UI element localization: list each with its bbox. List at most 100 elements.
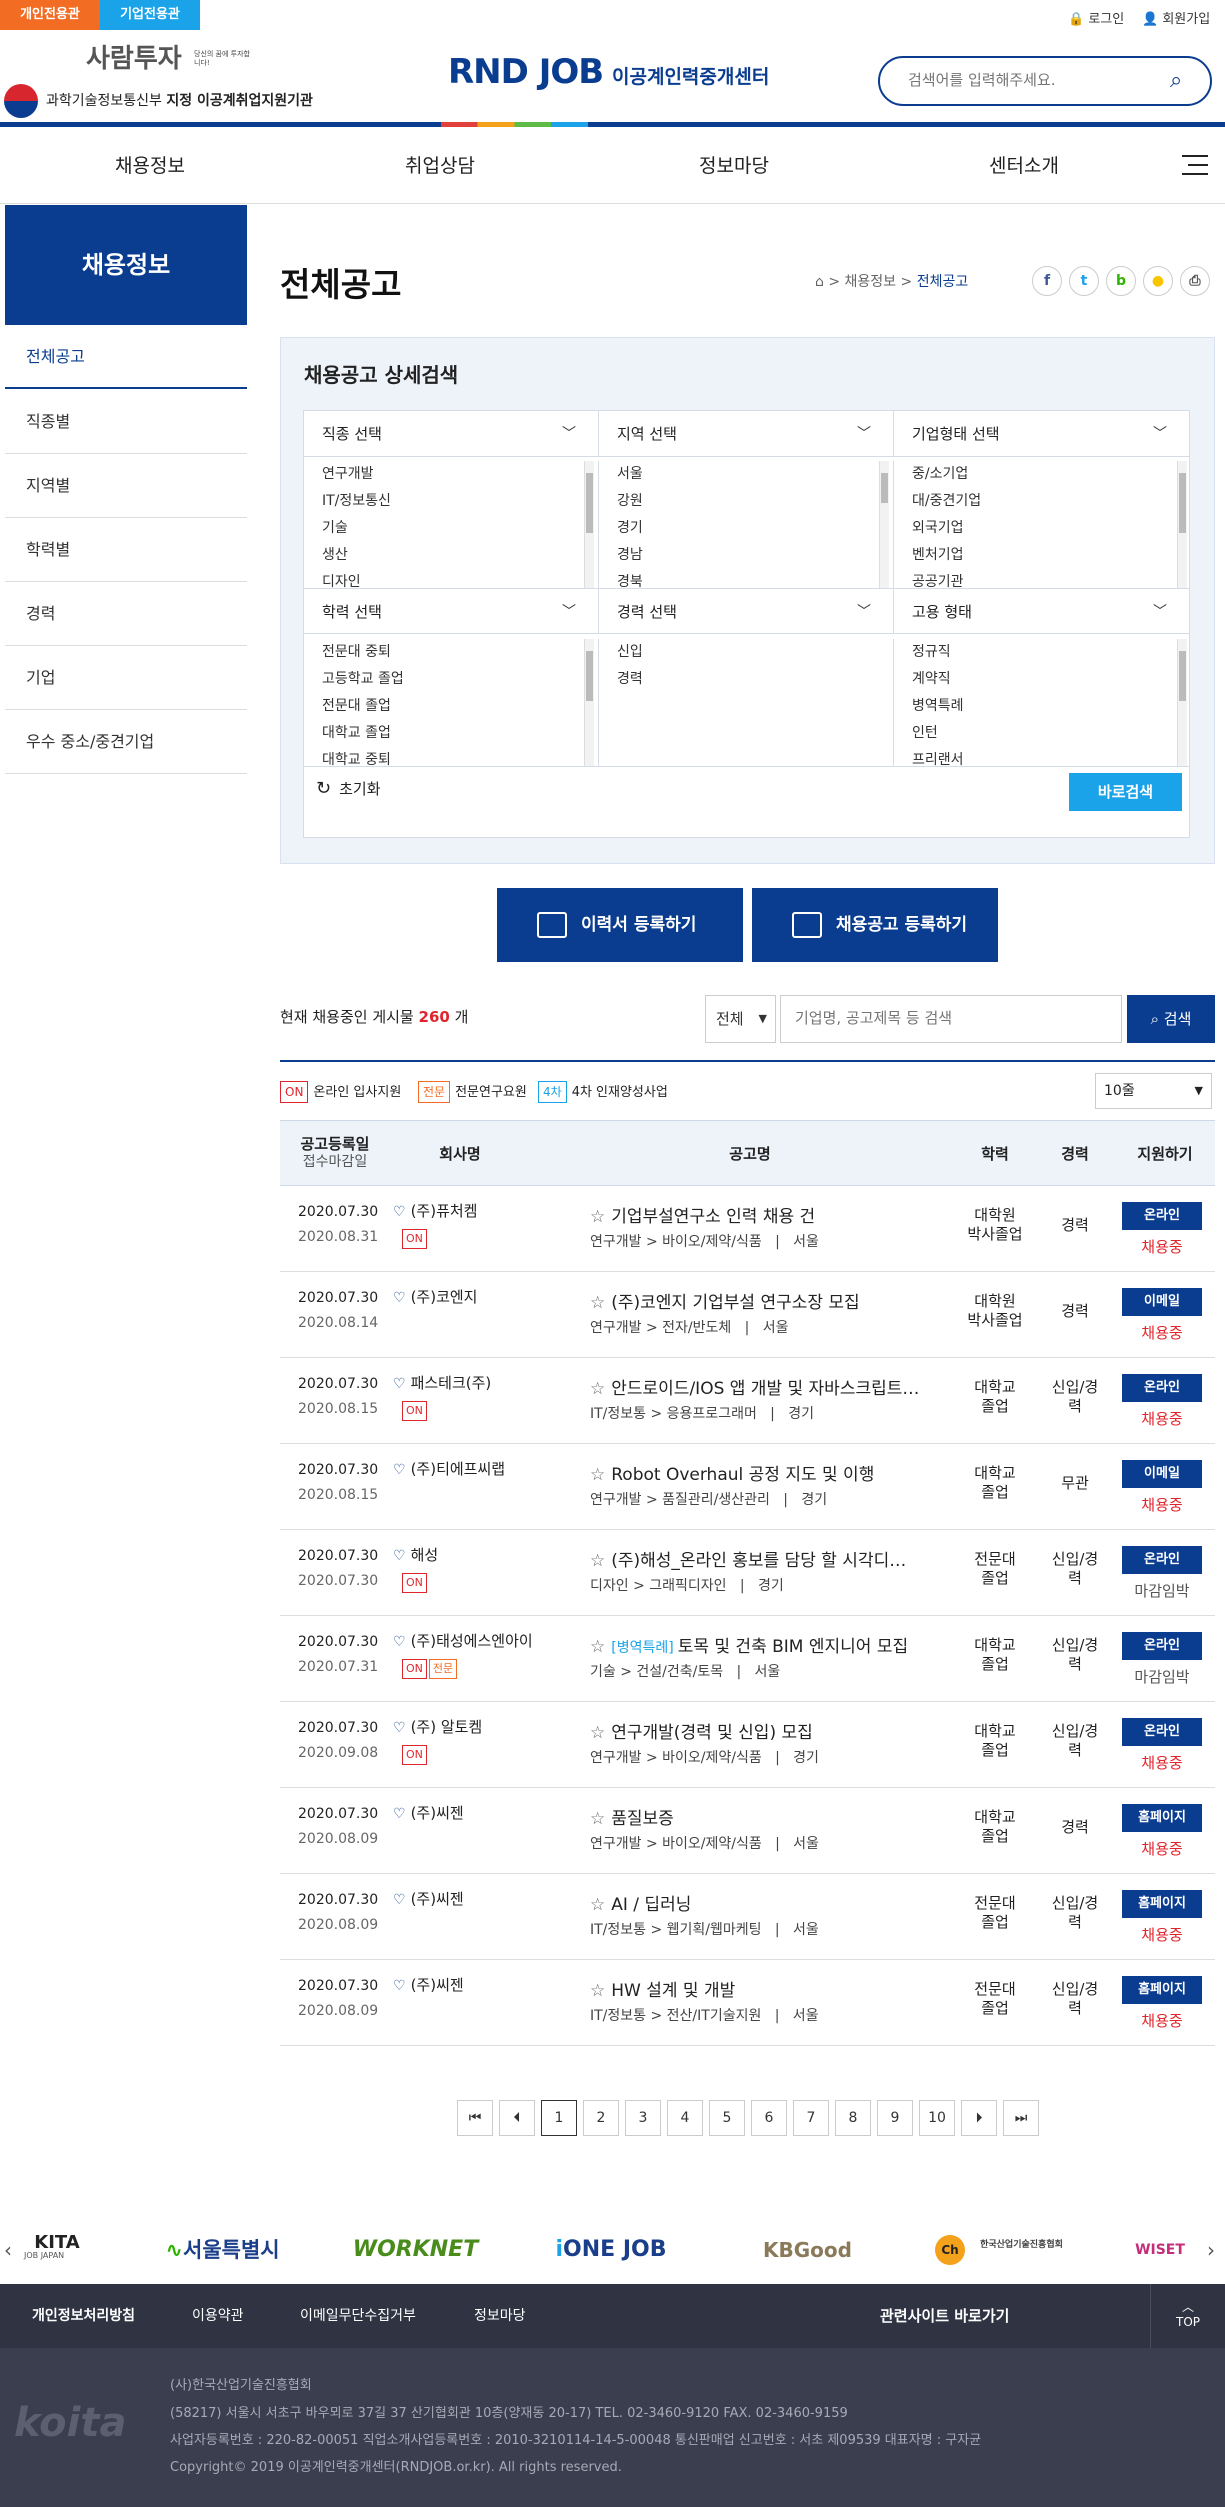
prev-page-icon[interactable]: ⏴ <box>499 2100 535 2136</box>
heart-icon[interactable]: ♡ <box>393 1634 406 1650</box>
gnb-consult[interactable]: 취업상담 <box>330 128 550 204</box>
scrollbar[interactable] <box>1177 461 1187 588</box>
option-item[interactable]: 경력 <box>599 666 893 693</box>
option-item[interactable]: 디자인 <box>304 569 598 588</box>
heart-icon[interactable]: ♡ <box>393 1548 406 1564</box>
next-page-icon[interactable]: ⏵ <box>961 2100 997 2136</box>
job-title[interactable]: ☆ HW 설계 및 개발 <box>590 1976 935 2001</box>
option-item[interactable]: 기술 <box>304 515 598 542</box>
page-10[interactable]: 10 <box>919 2100 955 2136</box>
option-item[interactable]: 외국기업 <box>894 515 1189 542</box>
star-icon[interactable]: ☆ <box>590 1895 605 1915</box>
filter-education-head[interactable]: 학력 선택 ﹀ <box>304 588 599 634</box>
page-6[interactable]: 6 <box>751 2100 787 2136</box>
company-name[interactable]: ♡ 패스테크(주) <box>393 1372 491 1393</box>
page-8[interactable]: 8 <box>835 2100 871 2136</box>
banner-onejob[interactable]: iONE JOB <box>537 2215 685 2285</box>
option-item[interactable]: 전문대 졸업 <box>304 693 598 720</box>
chevron-right-icon[interactable]: › <box>1207 2238 1215 2262</box>
heart-icon[interactable]: ♡ <box>393 1978 406 1994</box>
lnb-item-all[interactable]: 전체공고 <box>5 325 247 389</box>
lnb-item-career[interactable]: 경력 <box>5 582 247 646</box>
star-icon[interactable]: ☆ <box>590 1465 605 1485</box>
star-icon[interactable]: ☆ <box>590 1207 605 1227</box>
option-item[interactable]: 병역특례 <box>894 693 1189 720</box>
facebook-icon[interactable]: f <box>1032 266 1062 296</box>
apply-button[interactable]: 온라인 <box>1122 1202 1202 1230</box>
login-link[interactable]: 🔒 로그인 <box>1068 8 1124 27</box>
company-name[interactable]: ♡ (주)티에프씨랩 <box>393 1458 505 1479</box>
table-row[interactable]: 2020.07.30 2020.09.08 ♡ (주) 알토켐 ON ☆ 연구개발(경력 및… <box>280 1702 1215 1788</box>
apply-button[interactable]: 온라인 <box>1122 1374 1202 1402</box>
filter-region-head[interactable]: 지역 선택 ﹀ <box>599 411 894 457</box>
option-item[interactable]: 연구개발 <box>304 461 598 488</box>
last-page-icon[interactable]: ⏭ <box>1003 2100 1039 2136</box>
option-item[interactable]: 신입 <box>599 639 893 666</box>
scrollbar[interactable] <box>879 461 889 588</box>
top-button[interactable]: ︿ TOP <box>1150 2284 1225 2348</box>
gnb-recruit[interactable]: 채용정보 <box>40 128 260 204</box>
option-item[interactable]: 인턴 <box>894 720 1189 747</box>
option-item[interactable]: IT/정보통신 <box>304 488 598 515</box>
heart-icon[interactable]: ♡ <box>393 1720 406 1736</box>
job-title[interactable]: ☆ (주)코엔지 기업부설 연구소장 모집 <box>590 1288 935 1313</box>
apply-button[interactable]: 온라인 <box>1122 1632 1202 1660</box>
apply-button[interactable]: 홈페이지 <box>1122 1890 1202 1918</box>
option-item[interactable]: 고등학교 졸업 <box>304 666 598 693</box>
apply-button[interactable]: 온라인 <box>1122 1718 1202 1746</box>
banner-koita[interactable]: Ch 한국산업기술진흥협회 <box>935 2215 1070 2285</box>
scrollbar[interactable] <box>584 461 594 588</box>
filter-job-head[interactable]: 직종 선택 ﹀ <box>304 411 599 457</box>
apply-button[interactable]: 이메일 <box>1122 1460 1202 1488</box>
job-title[interactable]: ☆ (주)해성_온라인 홍보를 담당 할 시각디… <box>590 1546 935 1571</box>
lnb-item-job[interactable]: 직종별 <box>5 390 247 454</box>
footer-terms-link[interactable]: 이용약관 <box>192 2284 244 2348</box>
page-9[interactable]: 9 <box>877 2100 913 2136</box>
company-name[interactable]: ♡ 해성 <box>393 1544 438 1565</box>
banner-kita[interactable]: KITA JOB JAPAN <box>22 2215 92 2285</box>
footer-privacy-link[interactable]: 개인정보처리방침 <box>32 2284 135 2348</box>
job-title[interactable]: ☆ 연구개발(경력 및 신입) 모집 <box>590 1718 935 1743</box>
lnb-item-region[interactable]: 지역별 <box>5 454 247 518</box>
crumb-recruit[interactable]: 채용정보 <box>845 274 897 290</box>
heart-icon[interactable]: ♡ <box>393 1806 406 1822</box>
rndjob-logo[interactable]: RND JOB <box>448 52 604 92</box>
option-item[interactable]: 대학교 졸업 <box>304 720 598 747</box>
tab-personal[interactable]: 개인전용관 <box>0 0 100 30</box>
job-title[interactable]: ☆ Robot Overhaul 공정 지도 및 이행 <box>590 1460 935 1485</box>
filter-employment-head[interactable]: 고용 형태 ﹀ <box>894 588 1189 634</box>
filter-select[interactable]: 전체 ▼ <box>705 995 776 1043</box>
join-link[interactable]: 👤 회원가입 <box>1142 8 1210 27</box>
home-icon[interactable]: ⌂ <box>815 274 824 290</box>
lnb-item-sme[interactable]: 우수 중소/중견기업 <box>5 710 247 774</box>
star-icon[interactable]: ☆ <box>590 1551 605 1571</box>
company-name[interactable]: ♡ (주)태성에스엔아이 <box>393 1630 533 1651</box>
banner-wiset[interactable]: WISET <box>1120 2215 1200 2285</box>
page-5[interactable]: 5 <box>709 2100 745 2136</box>
page-4[interactable]: 4 <box>667 2100 703 2136</box>
apply-button[interactable]: 온라인 <box>1122 1546 1202 1574</box>
option-item[interactable]: 공공기관 <box>894 569 1189 588</box>
table-row[interactable]: 2020.07.30 2020.08.15 ♡ (주)티에프씨랩 ☆ Robot Over… <box>280 1444 1215 1530</box>
gnb-center[interactable]: 센터소개 <box>914 128 1134 204</box>
page-7[interactable]: 7 <box>793 2100 829 2136</box>
first-page-icon[interactable]: ⏮ <box>457 2100 493 2136</box>
company-name[interactable]: ♡ (주)씨젠 <box>393 1802 464 1823</box>
tab-company[interactable]: 기업전용관 <box>100 0 200 30</box>
star-icon[interactable]: ☆ <box>590 1723 605 1743</box>
apply-button[interactable]: 이메일 <box>1122 1288 1202 1316</box>
star-icon[interactable]: ☆ <box>590 1981 605 2001</box>
star-icon[interactable]: ☆ <box>590 1293 605 1313</box>
keyword-search-button[interactable]: ⌕ 검색 <box>1127 995 1215 1043</box>
register-job-button[interactable]: 채용공고 등록하기 <box>752 888 998 962</box>
page-2[interactable]: 2 <box>583 2100 619 2136</box>
job-title[interactable]: ☆ 품질보증 <box>590 1804 935 1829</box>
option-item[interactable]: 대/중견기업 <box>894 488 1189 515</box>
banner-worknet[interactable]: WORKNET <box>343 2215 488 2285</box>
banner-seoul[interactable]: ∿서울특별시 <box>150 2215 295 2285</box>
header-search-input[interactable] <box>908 71 1158 89</box>
footer-info-link[interactable]: 정보마당 <box>474 2284 526 2348</box>
star-icon[interactable]: ☆ <box>590 1379 605 1399</box>
option-item[interactable]: 경북 <box>599 569 893 588</box>
heart-icon[interactable]: ♡ <box>393 1892 406 1908</box>
